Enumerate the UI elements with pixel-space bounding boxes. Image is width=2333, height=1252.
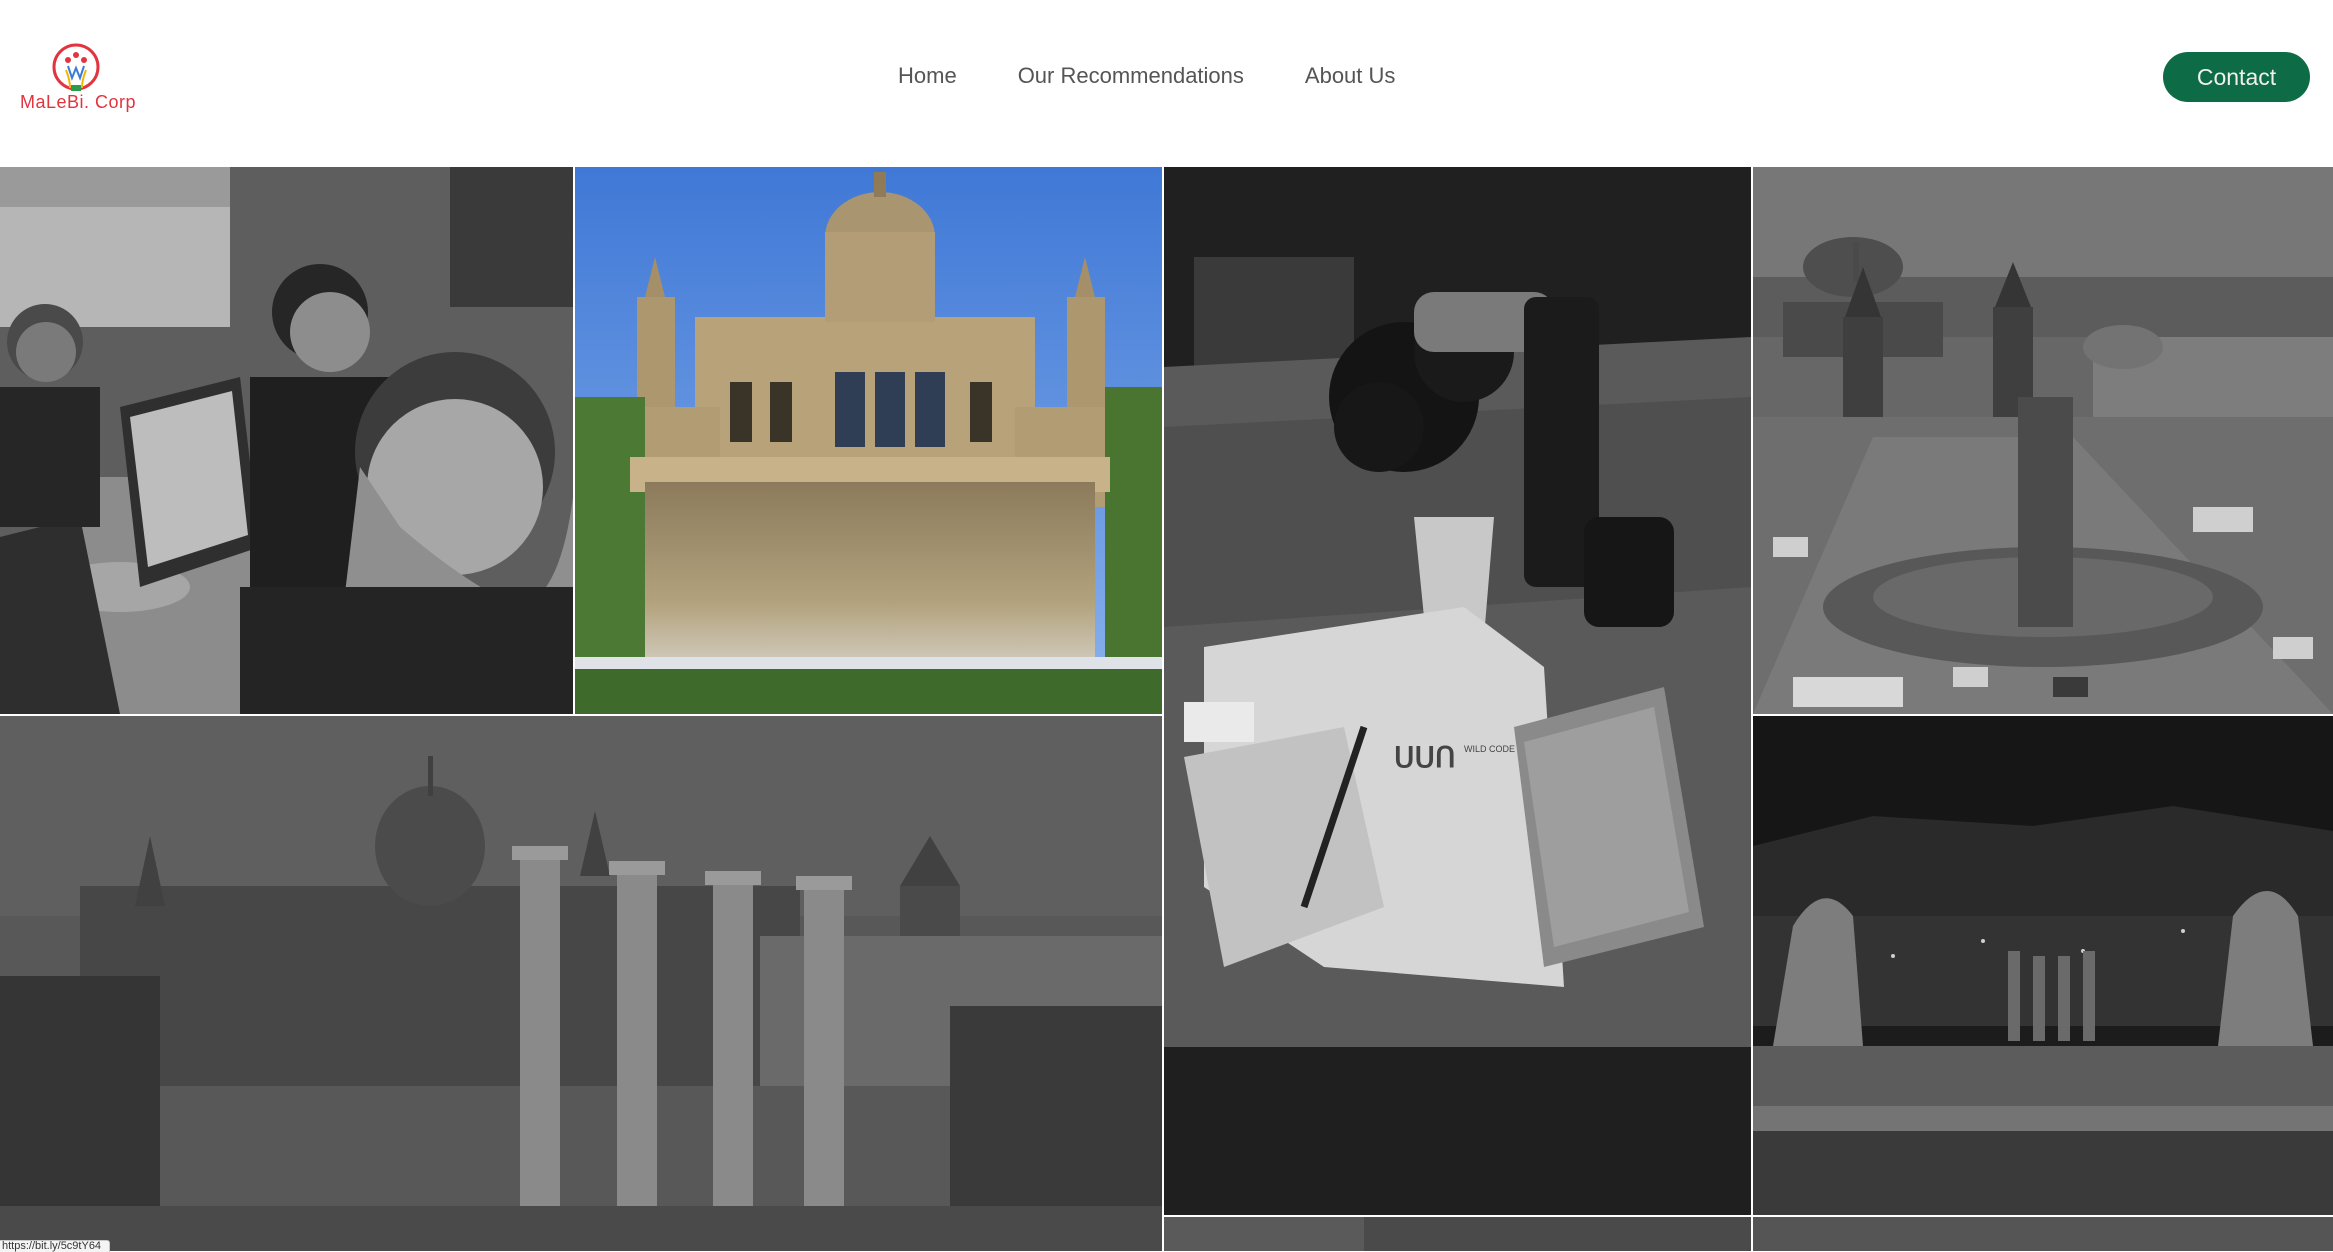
- gallery-photo-night-city-statues[interactable]: [1753, 716, 2333, 1215]
- brand-name: MaLeBi. Corp: [20, 92, 137, 112]
- nav-about-us[interactable]: About Us: [1305, 63, 1396, 89]
- gallery-photo-partial[interactable]: [1164, 1217, 1751, 1251]
- gallery-photo-palace-columns[interactable]: [0, 716, 1162, 1251]
- gallery-photo-partial[interactable]: [1753, 1217, 2333, 1251]
- gallery-photo-desk-tshirt-notebook[interactable]: ᑌᑌᑎ WILD CODE SCHOOL: [1164, 167, 1751, 1215]
- gallery-photo-plaza-aerial[interactable]: [1753, 167, 2333, 714]
- gallery-photo-group-selfie[interactable]: [0, 167, 573, 714]
- main-nav: Home Our Recommendations About Us: [898, 58, 1395, 94]
- nav-home[interactable]: Home: [898, 63, 957, 89]
- contact-button[interactable]: Contact: [2163, 52, 2310, 102]
- gallery-photo-palace-waterfall[interactable]: [575, 167, 1162, 714]
- nav-our-recommendations[interactable]: Our Recommendations: [1018, 63, 1244, 89]
- browser-status-url: https://bit.ly/5c9tY64: [0, 1240, 111, 1252]
- site-header: MaLeBi. Corp Home Our Recommendations Ab…: [0, 0, 2333, 167]
- photo-gallery: ᑌᑌᑎ WILD CODE SCHOOL: [0, 167, 2333, 1251]
- svg-text:ᑌᑌᑎ: ᑌᑌᑎ: [1394, 742, 1455, 773]
